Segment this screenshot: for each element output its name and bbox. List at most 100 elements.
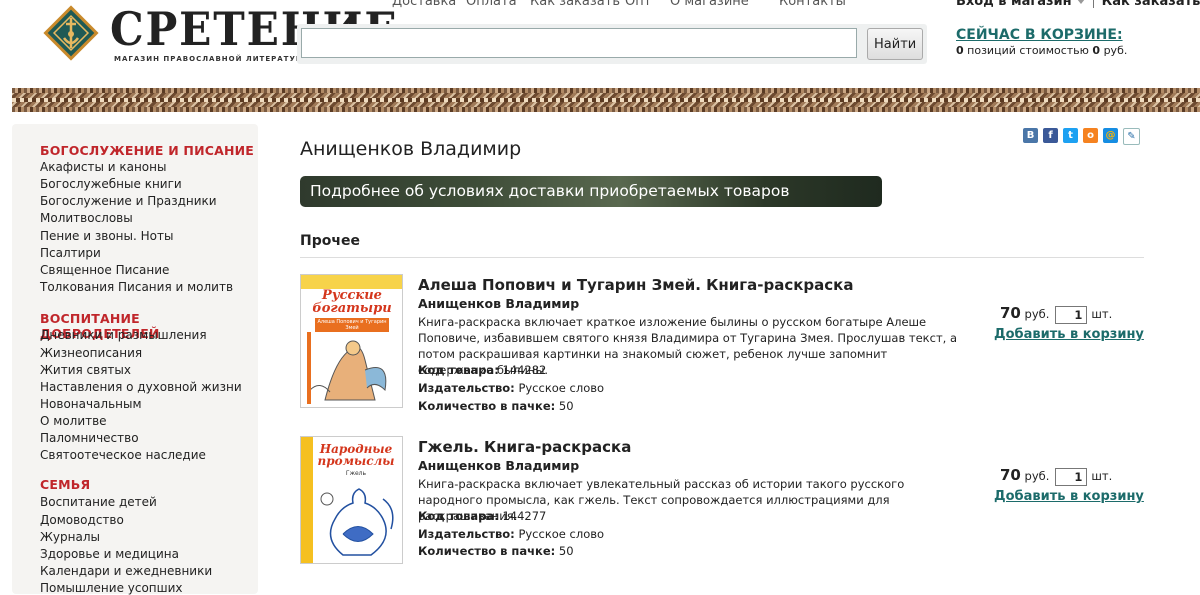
nav-about[interactable]: О магазине [670,0,749,9]
product-code: Код товара: 144277 [418,509,546,523]
quantity-input[interactable]: 1 [1055,467,1088,486]
how-to-order-link[interactable]: Как заказать [1102,0,1200,9]
product-publisher: Издательство: Русское слово [418,527,604,541]
product-publisher-value: Русское слово [518,527,605,541]
logo-emblem-icon[interactable] [42,4,100,62]
coloring-illustration-icon [307,332,387,404]
product-author-link[interactable]: Анищенков Владимир [418,296,579,311]
product-code: Код товара: 144282 [418,363,546,377]
add-to-cart-button[interactable]: Добавить в корзину [994,489,1144,504]
category-sidebar: БОГОСЛУЖЕНИЕ И ПИСАНИЕ Акафисты и каноны… [12,124,258,595]
sidebar-item[interactable]: Священное Писание [40,263,169,277]
facebook-icon[interactable]: f [1043,128,1058,143]
cart-summary: 0 позиций стоимостью 0 руб. [956,44,1127,57]
sidebar-item[interactable]: Богослужение и Праздники [40,194,217,208]
add-to-cart-button[interactable]: Добавить в корзину [994,327,1144,342]
vk-icon[interactable]: В [1023,128,1038,143]
product-cover-image[interactable]: Русские богатыри Алеша Попович и Тугарин… [300,274,403,408]
sidebar-item[interactable]: Помышление усопших [40,581,183,595]
product-publisher-label: Издательство: [418,381,515,395]
sidebar-item[interactable]: Толкования Писания и молитв [40,280,233,294]
nav-how-to-order[interactable]: Как заказать [530,0,620,9]
search-button[interactable]: Найти [867,28,923,60]
product-title-link[interactable]: Гжель. Книга-раскраска [418,438,631,456]
sidebar-item[interactable]: Богослужебные книги [40,177,182,191]
sidebar-item[interactable]: Жития святых [40,363,131,377]
sidebar-heading-family[interactable]: СЕМЬЯ [40,477,90,492]
sidebar-item[interactable]: О молитве [40,414,107,428]
account-links: Вход в магазин Как заказать [956,0,1200,9]
currency-label: руб. [1024,307,1050,321]
product-pack-value: 50 [558,544,574,558]
product-code-value: 144282 [502,363,547,377]
sidebar-item[interactable]: Паломничество [40,431,139,445]
sidebar-item[interactable]: Наставления о духовной жизни [40,380,242,394]
nav-delivery[interactable]: Доставка [392,0,456,9]
cart-count-label: позиций стоимостью [967,44,1089,57]
odnoklassniki-icon[interactable]: о [1083,128,1098,143]
product-pack-label: Количество в пачке: [418,544,556,558]
nav-payment[interactable]: Оплата [466,0,517,9]
product-cover-image[interactable]: Народные промыслы Гжель [300,436,403,564]
cover-subtitle: Гжель [345,470,367,477]
logo-tagline: МАГАЗИН ПРАВОСЛАВНОЙ ЛИТЕРАТУРЫ [114,55,311,63]
delivery-info-banner[interactable]: Подробнее об условиях доставки приобрета… [300,176,882,207]
section-title: Прочее [300,233,360,249]
sidebar-item[interactable]: Новоначальным [40,397,142,411]
sidebar-item[interactable]: Псалтири [40,246,101,260]
sidebar-item[interactable]: Святоотеческое наследие [40,448,206,462]
sidebar-item[interactable]: Журналы [40,530,100,544]
product-price: 70 руб. 1 шт. [1000,466,1112,486]
product-price-value: 70 [1000,466,1021,484]
product-pack: Количество в пачке: 50 [418,399,574,413]
ornament-band [12,88,1200,112]
product-price: 70 руб. 1 шт. [1000,304,1112,324]
product-publisher-value: Русское слово [518,381,605,395]
coloring-illustration-icon [320,488,394,556]
sidebar-item[interactable]: Календари и ежедневники [40,564,212,578]
header: СРЕТЕНИЕ МАГАЗИН ПРАВОСЛАВНОЙ ЛИТЕРАТУРЫ… [0,0,1200,88]
search-bar: Найти [297,24,927,64]
quantity-input[interactable]: 1 [1055,305,1088,324]
sidebar-item[interactable]: Дневники и размышления [40,328,207,342]
product-card: Русские богатыри Алеша Попович и Тугарин… [300,274,1150,414]
product-pack: Количество в пачке: 50 [418,544,574,558]
product-card: Народные промыслы Гжель Гжель. Книга-рас… [300,436,1150,576]
chevron-down-icon[interactable] [1076,0,1085,4]
sidebar-heading-worship[interactable]: БОГОСЛУЖЕНИЕ И ПИСАНИЕ [40,143,254,158]
unit-label: шт. [1091,307,1113,321]
product-code-label: Код товара: [418,509,499,523]
livejournal-icon[interactable]: ✎ [1123,128,1140,145]
sidebar-item[interactable]: Воспитание детей [40,495,157,509]
nav-wholesale[interactable]: Опт [625,0,651,9]
product-code-value: 144277 [502,509,547,523]
section-divider [300,257,1144,258]
sidebar-item[interactable]: Молитвословы [40,211,133,225]
mail-icon[interactable]: @ [1103,128,1118,143]
product-price-value: 70 [1000,304,1021,322]
search-input[interactable] [301,28,857,58]
cart-title-link[interactable]: СЕЙЧАС В КОРЗИНЕ: [956,27,1123,43]
sidebar-item[interactable]: Домоводство [40,513,124,527]
cover-title: Народные промыслы [317,442,395,468]
sidebar-item[interactable]: Здоровье и медицина [40,547,179,561]
sidebar-item[interactable]: Акафисты и каноны [40,160,166,174]
product-title-link[interactable]: Алеша Попович и Тугарин Змей. Книга-раск… [418,276,853,294]
cover-title: Русские богатыри [312,288,392,316]
divider [1092,0,1094,8]
currency-label: руб. [1024,469,1050,483]
sidebar-item[interactable]: Пение и звоны. Ноты [40,229,173,243]
sidebar-item[interactable]: Жизнеописания [40,346,142,360]
cart-count: 0 [956,44,964,57]
product-pack-value: 50 [558,399,574,413]
product-author-link[interactable]: Анищенков Владимир [418,458,579,473]
cart-total: 0 [1092,44,1101,57]
product-code-label: Код товара: [418,363,499,377]
page-title: Анищенков Владимир [300,138,522,160]
twitter-icon[interactable]: t [1063,128,1078,143]
product-publisher-label: Издательство: [418,527,515,541]
login-link[interactable]: Вход в магазин [956,0,1072,9]
nav-contacts[interactable]: Контакты [779,0,846,9]
cart-currency: руб. [1103,44,1128,57]
product-pack-label: Количество в пачке: [418,399,556,413]
